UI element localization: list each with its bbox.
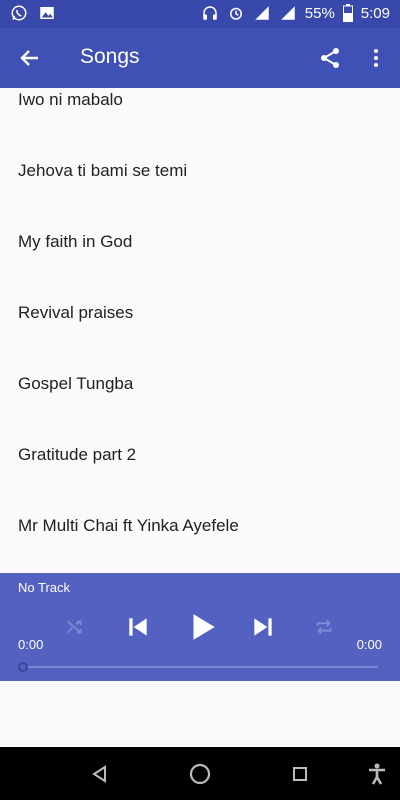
song-title: Gratitude part 2: [18, 445, 137, 464]
song-title: Jehova ti bami se temi: [18, 161, 188, 180]
signal-icon: [279, 4, 297, 22]
track-name: No Track: [18, 580, 71, 595]
song-item[interactable]: Gospel Tungba: [0, 337, 400, 408]
empty-area: [0, 681, 400, 747]
elapsed-time: 0:00: [18, 637, 44, 652]
battery-icon: [342, 4, 353, 22]
song-item[interactable]: Iwo ni mabalo: [0, 88, 400, 124]
song-item[interactable]: Jehova ti bami se temi: [0, 124, 400, 195]
home-circle-icon[interactable]: [187, 761, 213, 787]
seek-bar[interactable]: [22, 666, 378, 668]
song-title: Iwo ni mabalo: [18, 90, 123, 109]
shuffle-icon[interactable]: [62, 614, 88, 640]
alarm-icon: [227, 4, 245, 22]
song-title: Mr Multi Chai ft Yinka Ayefele: [18, 516, 239, 535]
song-item[interactable]: Mr Multi Chai ft Yinka Ayefele: [0, 479, 400, 550]
back-triangle-icon[interactable]: [87, 761, 113, 787]
page-title: Songs: [80, 45, 140, 68]
headphones-icon: [201, 4, 219, 22]
recents-square-icon[interactable]: [287, 761, 313, 787]
skip-next-icon[interactable]: [249, 613, 277, 641]
system-nav-bar: [0, 747, 400, 800]
seek-thumb[interactable]: [18, 662, 28, 672]
skip-previous-icon[interactable]: [124, 613, 152, 641]
song-title: Gospel Tungba: [18, 374, 134, 393]
status-bar: 55% 5:09: [0, 0, 400, 28]
accessibility-icon[interactable]: [364, 761, 390, 787]
duration-time: 0:00: [356, 637, 382, 652]
song-item[interactable]: Gratitude part 2: [0, 408, 400, 479]
clock: 5:09: [360, 4, 390, 22]
song-item[interactable]: Revival praises: [0, 266, 400, 337]
image-icon: [38, 4, 56, 22]
song-title: My faith in God: [18, 232, 133, 251]
song-list: Iwo ni mabalo Jehova ti bami se temi My …: [0, 88, 400, 573]
signal-icon: [253, 4, 271, 22]
song-title: Revival praises: [18, 303, 134, 322]
play-icon[interactable]: [184, 609, 220, 645]
app-bar: Songs: [0, 28, 400, 88]
share-icon[interactable]: [316, 44, 344, 72]
player-panel: No Track 0:00 0:00: [0, 573, 400, 681]
whatsapp-icon: [10, 4, 28, 22]
more-vert-icon[interactable]: [362, 44, 390, 72]
song-item[interactable]: My faith in God: [0, 195, 400, 266]
battery-percent: 55%: [304, 4, 335, 22]
back-arrow-icon[interactable]: [16, 44, 44, 72]
repeat-icon[interactable]: [311, 614, 337, 640]
